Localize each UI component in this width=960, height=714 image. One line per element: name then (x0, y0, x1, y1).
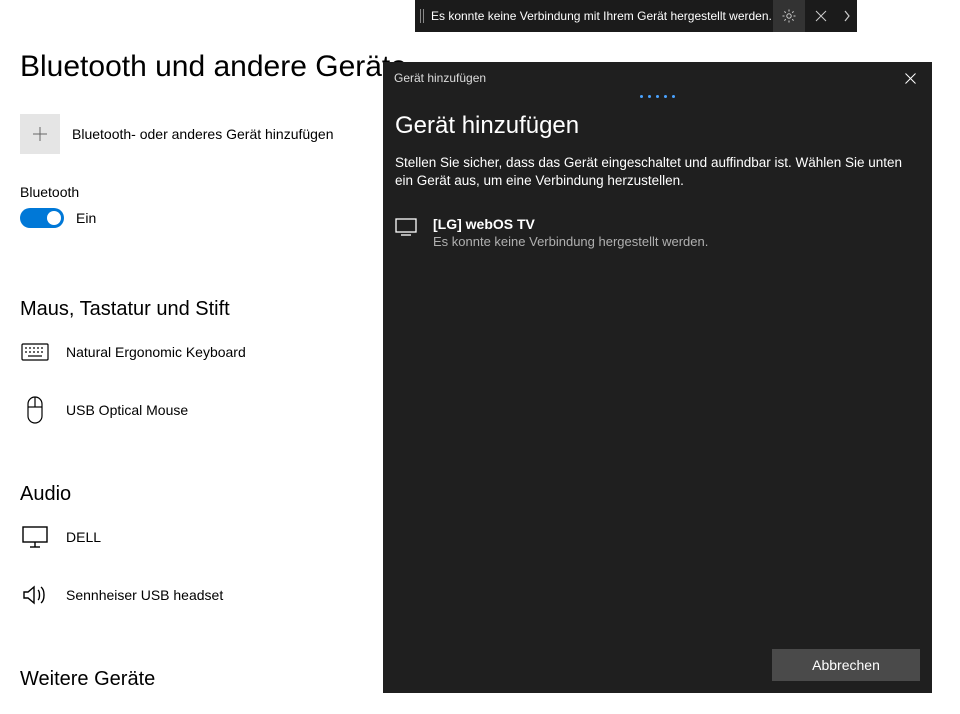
device-name: DELL (66, 529, 101, 545)
modal-footer: Abbrechen (383, 637, 932, 693)
modal-window-title: Gerät hinzufügen (394, 71, 486, 85)
mouse-icon (20, 395, 50, 425)
cancel-button[interactable]: Abbrechen (772, 649, 920, 681)
gear-icon (781, 8, 797, 24)
add-device-modal: Gerät hinzufügen Gerät hinzufügen Stelle… (383, 62, 932, 693)
tv-icon (395, 218, 417, 236)
modal-heading: Gerät hinzufügen (395, 112, 920, 140)
settings-icon-button[interactable] (773, 0, 805, 32)
chevron-right-icon (843, 10, 851, 22)
found-device-item[interactable]: [LG] webOS TV Es konnte keine Verbindung… (395, 212, 920, 253)
notification-message: Es konnte keine Verbindung mit Ihrem Ger… (429, 9, 773, 23)
modal-close-button[interactable] (888, 62, 932, 94)
modal-body: Gerät hinzufügen Stellen Sie sicher, das… (383, 98, 932, 637)
add-device-label: Bluetooth- oder anderes Gerät hinzufügen (72, 126, 334, 142)
modal-description: Stellen Sie sicher, dass das Gerät einge… (395, 154, 920, 190)
notification-next-button[interactable] (837, 0, 857, 32)
plus-icon (20, 114, 60, 154)
notification-close-button[interactable] (805, 0, 837, 32)
bluetooth-toggle[interactable] (20, 208, 64, 228)
device-name: USB Optical Mouse (66, 402, 188, 418)
notification-drag-handle[interactable] (415, 0, 429, 32)
close-icon (815, 10, 827, 22)
found-device-status: Es konnte keine Verbindung hergestellt w… (433, 234, 708, 249)
found-device-name: [LG] webOS TV (433, 216, 708, 232)
close-icon (905, 73, 916, 84)
monitor-icon (20, 522, 50, 552)
bluetooth-toggle-state: Ein (76, 210, 96, 226)
notification-bar: Es konnte keine Verbindung mit Ihrem Ger… (415, 0, 857, 32)
speaker-icon (20, 580, 50, 610)
keyboard-icon (20, 337, 50, 367)
modal-titlebar[interactable]: Gerät hinzufügen (383, 62, 932, 94)
device-name: Natural Ergonomic Keyboard (66, 344, 246, 360)
device-name: Sennheiser USB headset (66, 587, 223, 603)
